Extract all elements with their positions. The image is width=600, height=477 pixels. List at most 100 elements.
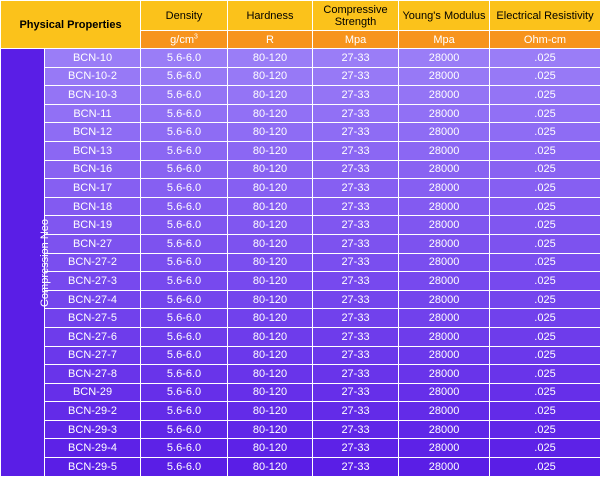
- compressive-cell: 27-33: [312, 252, 400, 273]
- unit-text: Mpa: [344, 33, 367, 46]
- hardness-cell: 80-120: [227, 326, 314, 347]
- table-row: BCN-29-5 5.6-6.0 80-120 27-33 28000.025: [0, 457, 600, 477]
- hardness-cell: 80-120: [227, 103, 314, 124]
- table-row: BCN-27-2 5.6-6.0 80-120 27-33 28000.025: [0, 252, 600, 273]
- youngs-cell: 28000: [398, 271, 491, 291]
- model-cell: BCN-16: [43, 159, 142, 180]
- compressive-cell: 27-33: [312, 438, 400, 459]
- hardness-cell: 80-120: [227, 122, 314, 142]
- compressive-cell: 27-33: [312, 289, 400, 310]
- compressive-cell: 27-33: [312, 419, 400, 440]
- youngs-cell: 28000: [398, 457, 491, 477]
- column-name: Electrical Resistivity: [496, 9, 594, 22]
- youngs-cell: 28000: [398, 159, 491, 180]
- unit-electrical-resistivity: Ohm-cm: [489, 30, 600, 49]
- density-cell: 5.6-6.0: [140, 457, 229, 477]
- density-cell: 5.6-6.0: [140, 382, 229, 403]
- hardness-cell: 80-120: [227, 233, 314, 254]
- hardness-cell: 80-120: [227, 308, 314, 328]
- unit-compressive-strength: Mpa: [312, 30, 400, 49]
- youngs-cell: 28000: [398, 289, 491, 310]
- column-header-compressive-strength: Compressive Strength: [312, 0, 400, 31]
- hardness-cell: 80-120: [227, 252, 314, 273]
- youngs-cell: 28000: [398, 122, 491, 142]
- compressive-cell: 27-33: [312, 48, 400, 68]
- resistivity-cell: .025: [489, 457, 600, 477]
- youngs-cell: 28000: [398, 438, 491, 459]
- model-cell: BCN-27-4: [43, 289, 142, 310]
- column-name: Compressive Strength: [323, 3, 388, 28]
- model-cell: BCN-27-6: [43, 326, 142, 347]
- column-name: Density: [165, 9, 203, 22]
- model-cell: BCN-10: [43, 48, 142, 68]
- resistivity-cell: .025: [489, 233, 600, 254]
- resistivity-cell: .025: [489, 401, 600, 421]
- table-row: BCN-16 5.6-6.0 80-120 27-33 28000.025: [0, 159, 600, 180]
- hardness-cell: 80-120: [227, 85, 314, 105]
- compressive-cell: 27-33: [312, 159, 400, 180]
- physical-properties-label: Physical Properties: [19, 18, 122, 31]
- table-row: BCN-27-8 5.6-6.0 80-120 27-33 28000.025: [0, 364, 600, 384]
- youngs-cell: 28000: [398, 382, 491, 403]
- compressive-cell: 27-33: [312, 140, 400, 161]
- unit-superscript: 3: [193, 32, 198, 40]
- model-cell: BCN-27-8: [43, 364, 142, 384]
- resistivity-cell: .025: [489, 178, 600, 198]
- model-cell: BCN-29-5: [43, 457, 142, 477]
- table-row: BCN-10-2 5.6-6.0 80-120 27-33 28000.025: [0, 66, 600, 87]
- physical-properties-table: Physical Properties Density Hardness Com…: [0, 0, 600, 477]
- youngs-cell: 28000: [398, 178, 491, 198]
- table-row: BCN-27-6 5.6-6.0 80-120 27-33 28000.025: [0, 326, 600, 347]
- hardness-cell: 80-120: [227, 382, 314, 403]
- compressive-cell: 27-33: [312, 85, 400, 105]
- compressive-cell: 27-33: [312, 326, 400, 347]
- unit-text: g/cm: [170, 33, 194, 46]
- table-row: BCN-10-3 5.6-6.0 80-120 27-33 28000.025: [0, 85, 600, 105]
- unit-hardness: R: [227, 30, 314, 49]
- hardness-cell: 80-120: [227, 289, 314, 310]
- group-label: Compression Neo: [39, 218, 52, 307]
- unit-text: Mpa: [433, 33, 455, 46]
- table-row: BCN-19 5.6-6.0 80-120 27-33 28000.025: [0, 215, 600, 235]
- density-cell: 5.6-6.0: [140, 103, 229, 124]
- table-row: BCN-29 5.6-6.0 80-120 27-33 28000.025: [0, 382, 600, 403]
- unit-text: R: [266, 33, 274, 46]
- model-cell: BCN-29-3: [43, 419, 142, 440]
- density-cell: 5.6-6.0: [140, 401, 229, 421]
- hardness-cell: 80-120: [227, 66, 314, 87]
- model-cell: BCN-17: [43, 178, 142, 198]
- hardness-cell: 80-120: [227, 159, 314, 180]
- density-cell: 5.6-6.0: [140, 308, 229, 328]
- unit-youngs-modulus: Mpa: [398, 30, 491, 49]
- compressive-cell: 27-33: [312, 271, 400, 291]
- column-name: Young's Modulus: [402, 9, 486, 22]
- model-cell: BCN-29-2: [43, 401, 142, 421]
- density-cell: 5.6-6.0: [140, 345, 229, 366]
- group-label-cell: Compression Neo: [0, 48, 51, 477]
- youngs-cell: 28000: [398, 196, 491, 217]
- hardness-cell: 80-120: [227, 438, 314, 459]
- density-cell: 5.6-6.0: [140, 66, 229, 87]
- density-cell: 5.6-6.0: [140, 252, 229, 273]
- unit-density: g/cm3: [140, 30, 229, 49]
- physical-properties-header: Physical Properties: [0, 0, 142, 49]
- density-cell: 5.6-6.0: [140, 438, 229, 459]
- density-cell: 5.6-6.0: [140, 326, 229, 347]
- compressive-cell: 27-33: [312, 457, 400, 477]
- youngs-cell: 28000: [398, 252, 491, 273]
- compressive-cell: 27-33: [312, 215, 400, 235]
- youngs-cell: 28000: [398, 48, 491, 68]
- model-cell: BCN-13: [43, 140, 142, 161]
- compressive-cell: 27-33: [312, 308, 400, 328]
- resistivity-cell: .025: [489, 289, 600, 310]
- table-row: BCN-27-5 5.6-6.0 80-120 27-33 28000.025: [0, 308, 600, 328]
- table-row: BCN-27 5.6-6.0 80-120 27-33 28000.025: [0, 233, 600, 254]
- resistivity-cell: .025: [489, 271, 600, 291]
- youngs-cell: 28000: [398, 419, 491, 440]
- density-cell: 5.6-6.0: [140, 178, 229, 198]
- density-cell: 5.6-6.0: [140, 271, 229, 291]
- density-cell: 5.6-6.0: [140, 196, 229, 217]
- table-body: Compression Neo BCN-10 5.6-6.0 80-120 27-33 2…: [0, 48, 600, 477]
- resistivity-cell: .025: [489, 382, 600, 403]
- resistivity-cell: .025: [489, 215, 600, 235]
